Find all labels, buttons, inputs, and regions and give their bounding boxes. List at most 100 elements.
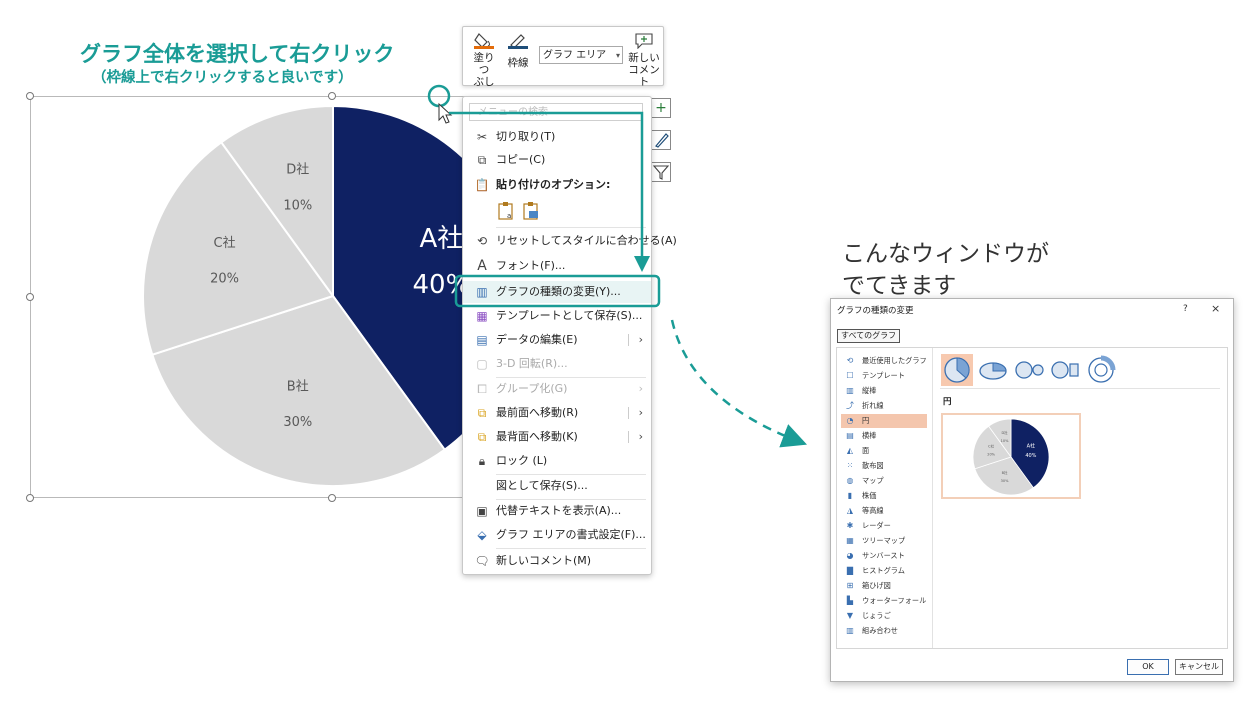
chart-type-item[interactable]: ▇ ヒストグラム bbox=[841, 564, 927, 578]
subtype-pie[interactable] bbox=[941, 354, 973, 386]
chart-type-label: ヒストグラム bbox=[862, 564, 905, 578]
chart-element-select[interactable]: グラフ エリア ▾ bbox=[539, 46, 623, 64]
menu-item-new-comment[interactable]: 🗨︎ 新しいコメント(M) bbox=[463, 550, 651, 572]
chart-type-icon: ◕ bbox=[845, 549, 855, 563]
chart-styles-button[interactable] bbox=[651, 130, 671, 150]
paste-clipboard-a-icon: a bbox=[496, 201, 516, 221]
svg-text:a: a bbox=[507, 212, 511, 220]
menu-item-reset-style[interactable]: ⟲ リセットしてスタイルに合わせる(A) bbox=[463, 230, 651, 252]
chart-type-label: 等高線 bbox=[862, 504, 884, 518]
chart-type-item[interactable]: ⤴折れ線 bbox=[841, 399, 927, 413]
chart-type-item[interactable]: ⊞箱ひげ図 bbox=[841, 579, 927, 593]
menu-item-copy[interactable]: ⧉ コピー(C) bbox=[463, 149, 651, 171]
resize-handle-bottom[interactable] bbox=[328, 494, 336, 502]
outline-button[interactable]: 枠線 bbox=[503, 31, 533, 69]
chart-type-label: 最近使用したグラフ bbox=[862, 354, 927, 368]
chart-elements-button[interactable]: + bbox=[651, 98, 671, 118]
menu-item-format-chart-area[interactable]: ⬙ グラフ エリアの書式設定(F)... bbox=[463, 524, 651, 546]
menu-item-bring-to-front-label: 最前面へ移動(R) bbox=[496, 402, 578, 424]
slice-category-label: D社 bbox=[286, 162, 309, 178]
paste-keep-source-button[interactable]: a bbox=[496, 201, 516, 221]
chart-type-item[interactable]: ◔円 bbox=[841, 414, 927, 428]
menu-item-save-picture[interactable]: 図として保存(S)... bbox=[463, 475, 651, 497]
menu-item-copy-label: コピー(C) bbox=[496, 149, 545, 171]
dialog-body: ⟲最近使用したグラフ☐テンプレート▥縦棒⤴折れ線◔円▤横棒◭面⁙散布図◍マップ▮… bbox=[836, 347, 1228, 649]
send-back-icon: ⧉ bbox=[474, 426, 490, 448]
resize-handle-top[interactable] bbox=[328, 92, 336, 100]
chart-type-label: 箱ひげ図 bbox=[862, 579, 891, 593]
menu-item-send-to-back[interactable]: ⧉ 最背面へ移動(K) › bbox=[463, 426, 651, 448]
chart-type-icon: ▇ bbox=[845, 564, 855, 578]
menu-item-bring-to-front[interactable]: ⧉ 最前面へ移動(R) › bbox=[463, 402, 651, 424]
subtype-pie-of-pie[interactable] bbox=[1013, 354, 1045, 386]
chart-type-item[interactable]: ◭面 bbox=[841, 444, 927, 458]
chart-type-item[interactable]: ◕サンバースト bbox=[841, 549, 927, 563]
close-button[interactable]: × bbox=[1211, 302, 1220, 315]
bar-chart-icon: ▥ bbox=[474, 281, 490, 303]
menu-item-cut[interactable]: ✂ 切り取り(T) bbox=[463, 126, 651, 148]
table-edit-icon: ▤ bbox=[474, 329, 490, 351]
paste-picture-button[interactable] bbox=[521, 201, 541, 221]
chart-type-item[interactable]: ▤横棒 bbox=[841, 429, 927, 443]
chart-type-item[interactable]: ✱レーダー bbox=[841, 519, 927, 533]
chart-type-item[interactable]: ◮ 等高線 bbox=[841, 504, 927, 518]
chart-type-item[interactable]: ▙ウォーターフォール bbox=[841, 594, 927, 608]
menu-item-edit-data-label: データの編集(E) bbox=[496, 329, 578, 351]
menu-item-font[interactable]: A フォント(F)... bbox=[463, 255, 651, 277]
chart-type-item[interactable]: ▮株価 bbox=[841, 489, 927, 503]
chart-type-item[interactable]: ▥組み合わせ bbox=[841, 624, 927, 638]
alt-text-icon: ▣ bbox=[474, 500, 490, 522]
ok-button[interactable]: OK bbox=[1127, 659, 1169, 675]
chart-type-icon: ▥ bbox=[845, 384, 855, 398]
menu-item-lock[interactable]: 🔒︎ ロック (L) bbox=[463, 450, 651, 472]
chart-preview[interactable]: A社40%B社30%C社20%D社10% bbox=[941, 413, 1081, 499]
chart-type-label: テンプレート bbox=[862, 369, 905, 383]
menu-item-edit-data[interactable]: ▤ データの編集(E) › bbox=[463, 329, 651, 351]
slice-category-label: A社 bbox=[1027, 443, 1035, 450]
menu-item-3d-rotation: ▢ 3-D 回転(R)... bbox=[463, 353, 651, 375]
menu-item-change-chart-type-label: グラフの種類の変更(Y)... bbox=[496, 281, 621, 303]
fill-button[interactable]: 塗りつ ぶし bbox=[469, 31, 499, 88]
context-menu: メニューの検索 ✂ 切り取り(T) ⧉ コピー(C) 📋 貼り付けのオプション:… bbox=[462, 96, 652, 575]
template-icon: ▦ bbox=[474, 305, 490, 327]
chart-type-item[interactable]: ▥縦棒 bbox=[841, 384, 927, 398]
subtype-3d-pie[interactable] bbox=[977, 354, 1009, 386]
menu-item-change-chart-type[interactable]: ▥ グラフの種類の変更(Y)... bbox=[463, 281, 651, 303]
menu-item-save-template[interactable]: ▦ テンプレートとして保存(S)... bbox=[463, 305, 651, 327]
paste-options-header: 📋 貼り付けのオプション: bbox=[463, 174, 651, 196]
chart-type-icon: ▤ bbox=[845, 429, 855, 443]
menu-item-3d-rotation-label: 3-D 回転(R)... bbox=[496, 353, 568, 375]
chart-type-item[interactable]: ▼じょうご bbox=[841, 609, 927, 623]
menu-search-input[interactable]: メニューの検索 bbox=[469, 103, 643, 121]
menu-item-alt-text[interactable]: ▣ 代替テキストを表示(A)... bbox=[463, 500, 651, 522]
fill-label-line2: ぶし bbox=[469, 76, 499, 88]
chart-type-icon: ⁙ bbox=[845, 459, 855, 473]
subtype-bar-of-pie[interactable] bbox=[1049, 354, 1081, 386]
chart-type-icon: ◮ bbox=[845, 504, 855, 518]
chart-type-label: ウォーターフォール bbox=[862, 594, 926, 608]
resize-handle-left[interactable] bbox=[26, 293, 34, 301]
comment-add-icon bbox=[633, 31, 655, 49]
subtype-doughnut[interactable] bbox=[1085, 354, 1117, 386]
dialog-title: グラフの種類の変更 bbox=[837, 304, 914, 316]
submenu-arrow-icon: › bbox=[639, 402, 643, 424]
chart-type-label: 円 bbox=[862, 414, 869, 428]
chart-filters-button[interactable] bbox=[651, 162, 671, 182]
resize-handle-bottom-left[interactable] bbox=[26, 494, 34, 502]
chart-type-item[interactable]: ☐テンプレート bbox=[841, 369, 927, 383]
menu-item-format-chart-area-label: グラフ エリアの書式設定(F)... bbox=[496, 524, 646, 546]
chart-type-item[interactable]: ◍マップ bbox=[841, 474, 927, 488]
chart-type-icon: ▦ bbox=[845, 534, 855, 548]
new-comment-button[interactable]: 新しい コメント bbox=[627, 31, 661, 88]
chart-type-item[interactable]: ▦ツリーマップ bbox=[841, 534, 927, 548]
chart-type-item[interactable]: ⟲最近使用したグラフ bbox=[841, 354, 927, 368]
help-button[interactable]: ? bbox=[1183, 304, 1188, 314]
menu-item-alt-text-label: 代替テキストを表示(A)... bbox=[496, 500, 621, 522]
chart-type-icon: ◔ bbox=[845, 414, 855, 428]
cancel-button[interactable]: キャンセル bbox=[1175, 659, 1223, 675]
chart-type-label: レーダー bbox=[862, 519, 891, 533]
resize-handle-top-left[interactable] bbox=[26, 92, 34, 100]
chart-type-item[interactable]: ⁙散布図 bbox=[841, 459, 927, 473]
tab-all-charts[interactable]: すべてのグラフ bbox=[837, 329, 900, 343]
lock-icon: 🔒︎ bbox=[474, 450, 490, 472]
